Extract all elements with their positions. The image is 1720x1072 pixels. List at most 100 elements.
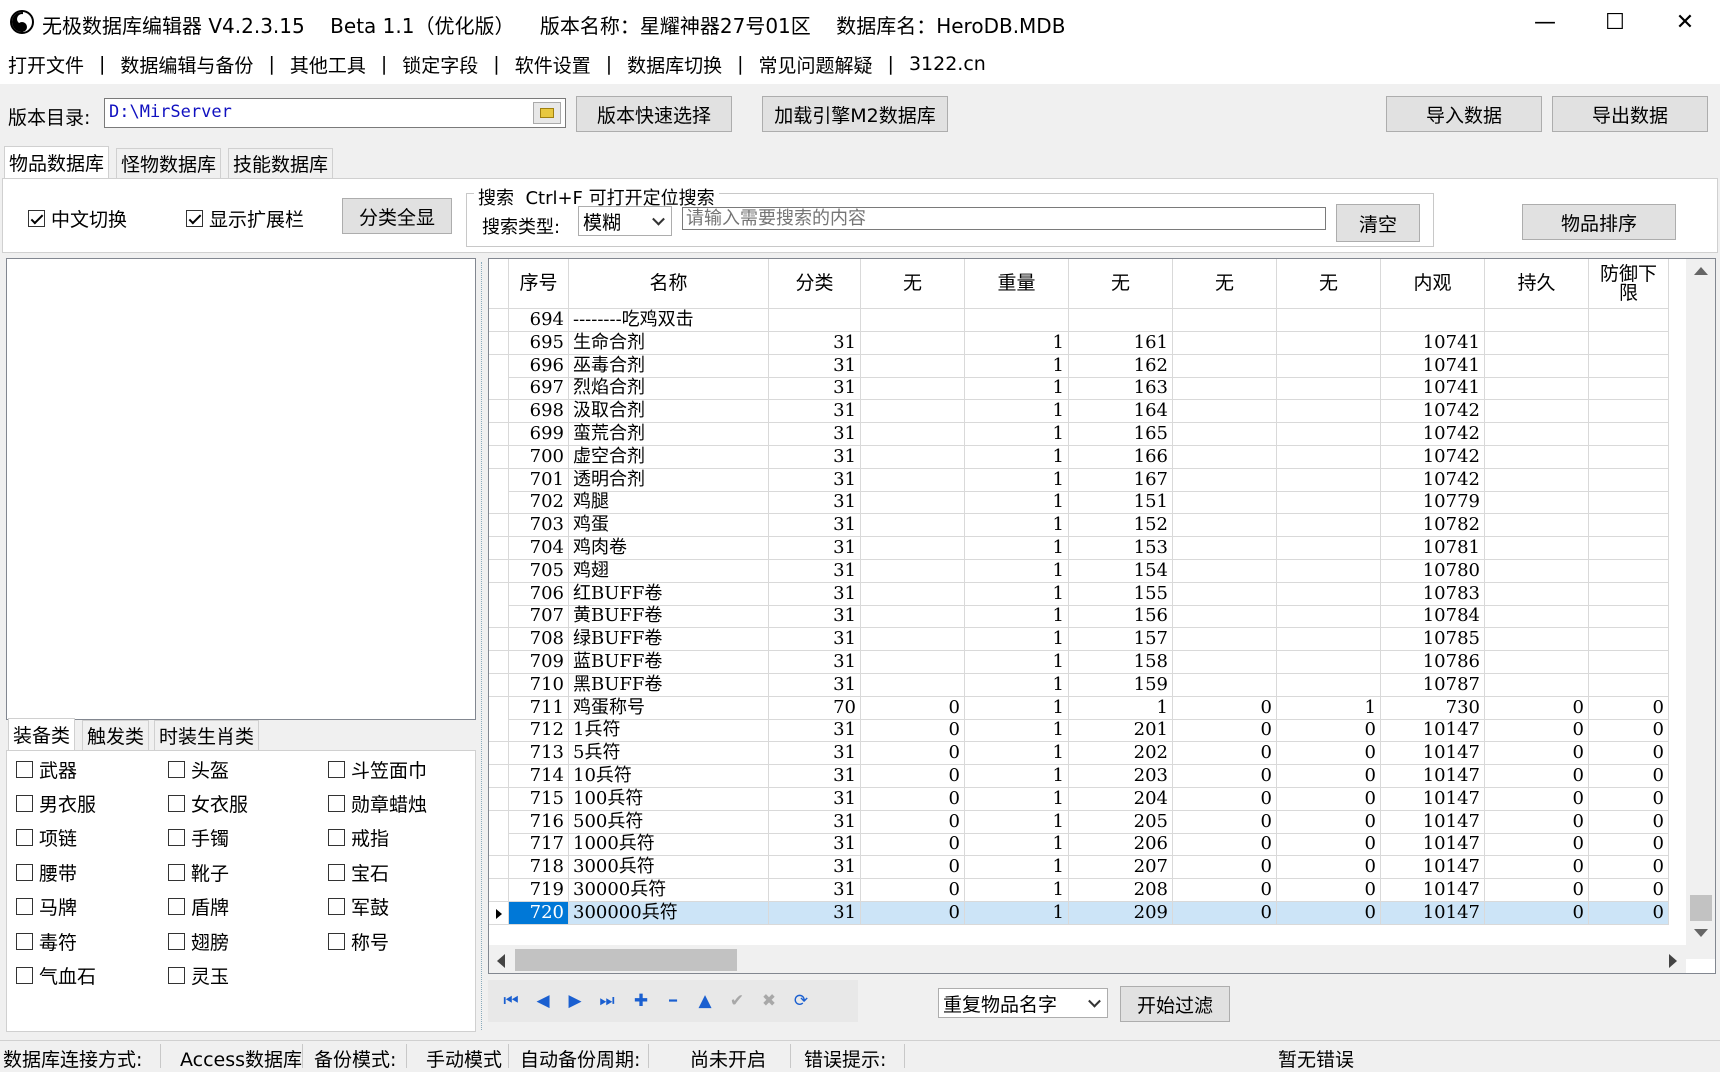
- table-cell[interactable]: [1485, 537, 1589, 560]
- table-cell[interactable]: [1173, 628, 1277, 652]
- table-cell[interactable]: [1173, 309, 1277, 332]
- row-indicator[interactable]: [489, 833, 509, 857]
- table-cell[interactable]: 0: [1277, 810, 1381, 834]
- table-cell[interactable]: 鸡蛋: [569, 514, 769, 538]
- table-cell[interactable]: 166: [1069, 445, 1173, 469]
- table-cell[interactable]: 0: [861, 696, 965, 720]
- table-cell[interactable]: 164: [1069, 400, 1173, 424]
- vertical-scroll-thumb[interactable]: [1690, 895, 1712, 921]
- table-cell[interactable]: [861, 423, 965, 446]
- table-cell[interactable]: [1173, 537, 1277, 560]
- table-cell[interactable]: [1277, 559, 1381, 583]
- category-checkbox[interactable]: 翅膀: [168, 928, 229, 955]
- delete-icon[interactable]: ━: [660, 988, 686, 1014]
- table-cell[interactable]: [1277, 582, 1381, 606]
- table-cell[interactable]: [1589, 651, 1669, 674]
- table-cell[interactable]: 1: [965, 445, 1069, 469]
- load-m2-button[interactable]: 加载引擎M2数据库: [762, 96, 948, 132]
- table-cell[interactable]: 0: [861, 833, 965, 857]
- table-cell[interactable]: [1277, 377, 1381, 401]
- table-cell[interactable]: 151: [1069, 491, 1173, 515]
- table-cell[interactable]: 0: [1173, 901, 1277, 925]
- row-indicator[interactable]: [489, 673, 509, 697]
- table-cell[interactable]: [1173, 673, 1277, 697]
- table-cell[interactable]: 31: [769, 628, 861, 652]
- table-cell[interactable]: 3000兵符: [569, 856, 769, 880]
- table-cell[interactable]: 1: [965, 582, 1069, 606]
- table-cell[interactable]: 鸡腿: [569, 491, 769, 515]
- table-cell[interactable]: 1000兵符: [569, 833, 769, 857]
- table-cell[interactable]: 208: [1069, 879, 1173, 902]
- table-cell[interactable]: 31: [769, 537, 861, 560]
- close-button[interactable]: ✕: [1650, 0, 1720, 44]
- table-cell[interactable]: 10147: [1381, 765, 1485, 788]
- table-cell[interactable]: 31: [769, 423, 861, 446]
- table-cell[interactable]: 0: [1589, 742, 1669, 766]
- table-cell[interactable]: [1485, 673, 1589, 697]
- table-cell[interactable]: [861, 514, 965, 538]
- table-cell[interactable]: 31: [769, 491, 861, 515]
- table-cell[interactable]: [1485, 423, 1589, 446]
- menu-item-2[interactable]: 其他工具: [290, 51, 366, 78]
- category-checkbox[interactable]: 戒指: [328, 824, 389, 851]
- table-cell[interactable]: 1: [965, 787, 1069, 811]
- table-cell[interactable]: [1173, 605, 1277, 629]
- menu-item-5[interactable]: 数据库切换: [627, 51, 722, 78]
- table-cell[interactable]: 虚空合剂: [569, 445, 769, 469]
- table-cell[interactable]: [1485, 400, 1589, 424]
- table-cell[interactable]: 10兵符: [569, 765, 769, 788]
- table-cell[interactable]: 31: [769, 901, 861, 925]
- table-cell[interactable]: 31: [769, 673, 861, 697]
- import-button[interactable]: 导入数据: [1386, 96, 1542, 132]
- table-cell[interactable]: 709: [509, 651, 569, 674]
- table-cell[interactable]: 206: [1069, 833, 1173, 857]
- export-button[interactable]: 导出数据: [1552, 96, 1708, 132]
- table-cell[interactable]: 1: [965, 400, 1069, 424]
- table-cell[interactable]: 0: [1485, 879, 1589, 902]
- table-cell[interactable]: 0: [1173, 810, 1277, 834]
- table-cell[interactable]: 1: [965, 673, 1069, 697]
- table-cell[interactable]: 31: [769, 354, 861, 378]
- row-indicator[interactable]: [489, 537, 509, 560]
- table-cell[interactable]: [861, 673, 965, 697]
- table-cell[interactable]: 0: [1277, 879, 1381, 902]
- table-cell[interactable]: 红BUFF卷: [569, 582, 769, 606]
- table-cell[interactable]: [1173, 559, 1277, 583]
- table-cell[interactable]: [1277, 537, 1381, 560]
- table-cell[interactable]: 694: [509, 309, 569, 332]
- table-cell[interactable]: 1: [965, 537, 1069, 560]
- table-cell[interactable]: 0: [1173, 879, 1277, 902]
- table-cell[interactable]: 10787: [1381, 673, 1485, 697]
- table-cell[interactable]: [1589, 423, 1669, 446]
- table-cell[interactable]: 1: [965, 719, 1069, 743]
- table-cell[interactable]: 202: [1069, 742, 1173, 766]
- row-indicator[interactable]: [489, 514, 509, 538]
- menu-item-4[interactable]: 软件设置: [515, 51, 591, 78]
- table-cell[interactable]: 10786: [1381, 651, 1485, 674]
- table-cell[interactable]: 10147: [1381, 856, 1485, 880]
- table-cell[interactable]: 0: [1589, 810, 1669, 834]
- table-cell[interactable]: 1: [965, 765, 1069, 788]
- table-cell[interactable]: 巫毒合剂: [569, 354, 769, 378]
- duplicate-filter-select[interactable]: 重复物品名字: [938, 988, 1108, 1018]
- table-cell[interactable]: 生命合剂: [569, 331, 769, 355]
- table-cell[interactable]: [1173, 651, 1277, 674]
- table-cell[interactable]: 1: [965, 423, 1069, 446]
- category-checkbox[interactable]: 勋章蜡烛: [328, 790, 427, 817]
- table-cell[interactable]: 鸡翅: [569, 559, 769, 583]
- table-cell[interactable]: [1485, 377, 1589, 401]
- category-checkbox[interactable]: 武器: [16, 756, 77, 783]
- table-cell[interactable]: [1277, 651, 1381, 674]
- table-cell[interactable]: 715: [509, 787, 569, 811]
- column-header[interactable]: 持久: [1485, 259, 1589, 309]
- table-cell[interactable]: [861, 445, 965, 469]
- table-cell[interactable]: [1173, 423, 1277, 446]
- minimize-button[interactable]: —: [1510, 0, 1580, 44]
- horizontal-scroll-thumb[interactable]: [515, 949, 737, 971]
- clear-button[interactable]: 清空: [1336, 204, 1420, 242]
- table-cell[interactable]: [1485, 628, 1589, 652]
- table-cell[interactable]: [1277, 605, 1381, 629]
- column-header[interactable]: 防御下限: [1589, 259, 1669, 309]
- category-checkbox[interactable]: 盾牌: [168, 893, 229, 920]
- table-cell[interactable]: [1589, 309, 1669, 332]
